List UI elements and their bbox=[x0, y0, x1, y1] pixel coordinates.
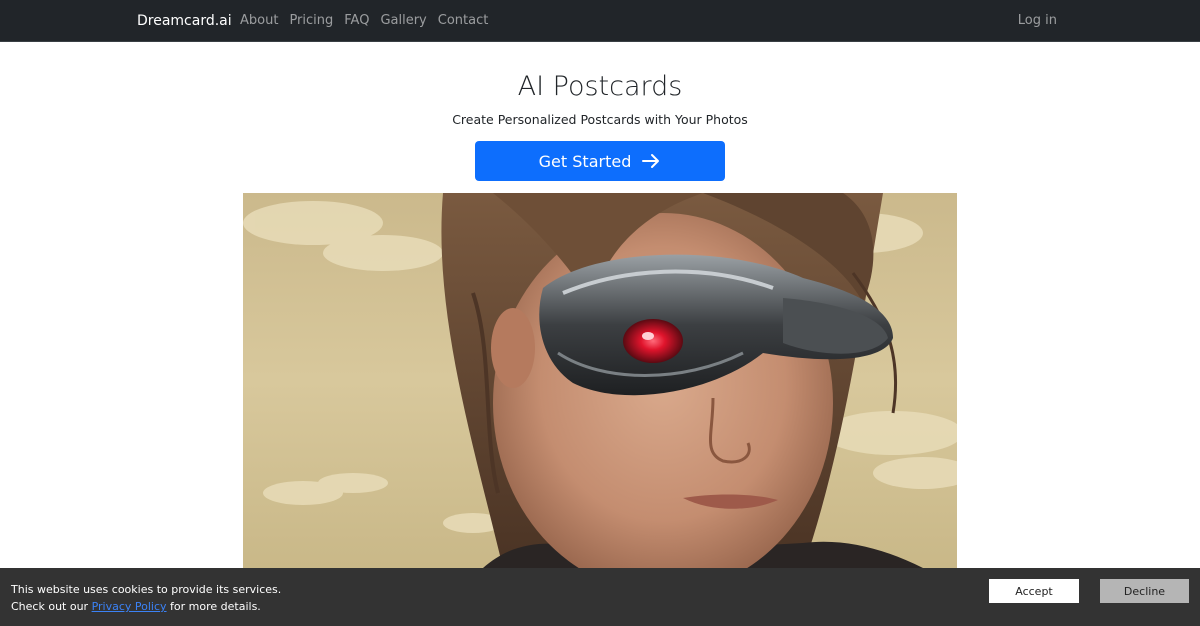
login-link[interactable]: Log in bbox=[1018, 12, 1057, 30]
get-started-button[interactable]: Get Started bbox=[475, 141, 725, 181]
arrow-right-icon bbox=[641, 151, 661, 171]
cookie-line2-prefix: Check out our bbox=[11, 600, 89, 613]
cookie-banner: This website uses cookies to provide its… bbox=[0, 568, 1200, 626]
accept-cookies-button[interactable]: Accept bbox=[989, 579, 1079, 603]
nav-link-about[interactable]: About bbox=[240, 12, 278, 30]
cookie-message-line2: Check out our Privacy Policy for more de… bbox=[11, 598, 281, 615]
decline-cookies-button[interactable]: Decline bbox=[1100, 579, 1189, 603]
page-title: AI Postcards bbox=[517, 71, 683, 102]
nav-link-pricing[interactable]: Pricing bbox=[289, 12, 333, 30]
get-started-label: Get Started bbox=[538, 151, 632, 171]
nav-link-faq[interactable]: FAQ bbox=[344, 12, 369, 30]
cookie-line2-suffix: for more details. bbox=[170, 600, 261, 613]
page-subtitle: Create Personalized Postcards with Your … bbox=[452, 112, 748, 127]
top-navbar: Dreamcard.ai About Pricing FAQ Gallery C… bbox=[0, 0, 1200, 42]
privacy-policy-link[interactable]: Privacy Policy bbox=[92, 600, 167, 613]
nav-links: About Pricing FAQ Gallery Contact bbox=[240, 12, 499, 30]
nav-link-gallery[interactable]: Gallery bbox=[380, 12, 426, 30]
cookie-message: This website uses cookies to provide its… bbox=[11, 581, 281, 615]
brand-logo[interactable]: Dreamcard.ai bbox=[137, 12, 232, 30]
cookie-message-line1: This website uses cookies to provide its… bbox=[11, 583, 282, 596]
nav-link-contact[interactable]: Contact bbox=[438, 12, 489, 30]
hero-image bbox=[243, 193, 957, 568]
